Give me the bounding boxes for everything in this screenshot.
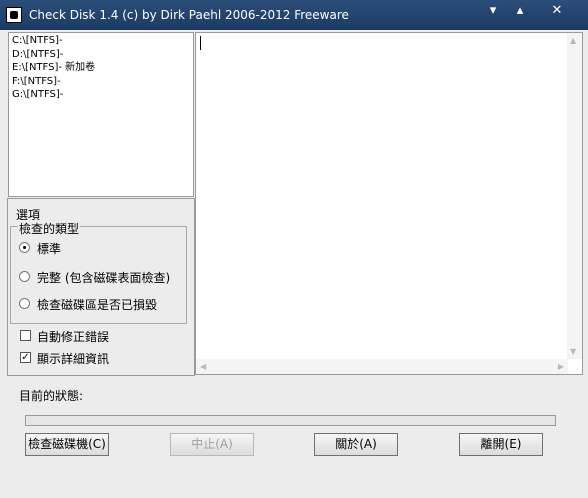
stop-button[interactable]: 中止(A) xyxy=(170,433,254,456)
scroll-right-icon[interactable]: ▶ xyxy=(558,362,564,371)
vertical-scrollbar[interactable]: ▲ ▼ xyxy=(567,33,582,359)
about-button[interactable]: 關於(A) xyxy=(314,433,398,456)
auto-fix-label[interactable]: 自動修正錯誤 xyxy=(37,328,109,345)
radio-full[interactable] xyxy=(19,271,30,282)
text-caret xyxy=(200,36,201,50)
log-textarea[interactable]: ▲ ▼ ◀ ▶ xyxy=(195,32,583,375)
drive-item[interactable]: D:\[NTFS]- xyxy=(12,48,190,62)
drive-item[interactable]: F:\[NTFS]- xyxy=(12,75,190,89)
radio-spotfix-label[interactable]: 檢查磁碟區是否已損毀 xyxy=(37,296,157,313)
horizontal-scrollbar[interactable]: ◀ ▶ xyxy=(196,359,568,374)
check-disk-button[interactable]: 檢查磁碟機(C) xyxy=(25,433,109,456)
drive-item[interactable]: C:\[NTFS]- xyxy=(12,34,190,48)
auto-fix-checkbox[interactable] xyxy=(20,330,31,341)
verbose-label[interactable]: 顯示詳細資訊 xyxy=(37,350,109,367)
radio-standard[interactable] xyxy=(19,242,30,253)
minimize-button[interactable]: ▾ xyxy=(483,3,503,19)
drive-list[interactable]: C:\[NTFS]- D:\[NTFS]- E:\[NTFS]- 新加卷 F:\… xyxy=(8,32,194,197)
check-type-title: 檢查的類型 xyxy=(18,220,81,237)
close-button[interactable]: ✕ xyxy=(547,3,567,19)
exit-button[interactable]: 離開(E) xyxy=(459,433,543,456)
radio-spotfix[interactable] xyxy=(19,298,30,309)
drive-item[interactable]: E:\[NTFS]- 新加卷 xyxy=(12,61,190,75)
main-panel: C:\[NTFS]- D:\[NTFS]- E:\[NTFS]- 新加卷 F:\… xyxy=(4,30,584,494)
drive-item[interactable]: G:\[NTFS]- xyxy=(12,88,190,102)
window-title: Check Disk 1.4 (c) by Dirk Paehl 2006-20… xyxy=(29,8,349,22)
scroll-left-icon[interactable]: ◀ xyxy=(200,362,206,371)
radio-full-label[interactable]: 完整 (包含磁碟表面檢查) xyxy=(37,269,170,286)
status-label: 目前的狀態: xyxy=(19,389,84,403)
title-bar: Check Disk 1.4 (c) by Dirk Paehl 2006-20… xyxy=(0,0,588,30)
progress-bar xyxy=(25,415,556,426)
scroll-down-icon[interactable]: ▼ xyxy=(570,347,576,356)
scroll-up-icon[interactable]: ▲ xyxy=(570,36,576,45)
radio-standard-label[interactable]: 標準 xyxy=(37,240,61,257)
verbose-checkbox[interactable]: ✓ xyxy=(20,352,31,363)
maximize-button[interactable]: ▴ xyxy=(510,3,530,19)
app-icon xyxy=(6,7,22,23)
